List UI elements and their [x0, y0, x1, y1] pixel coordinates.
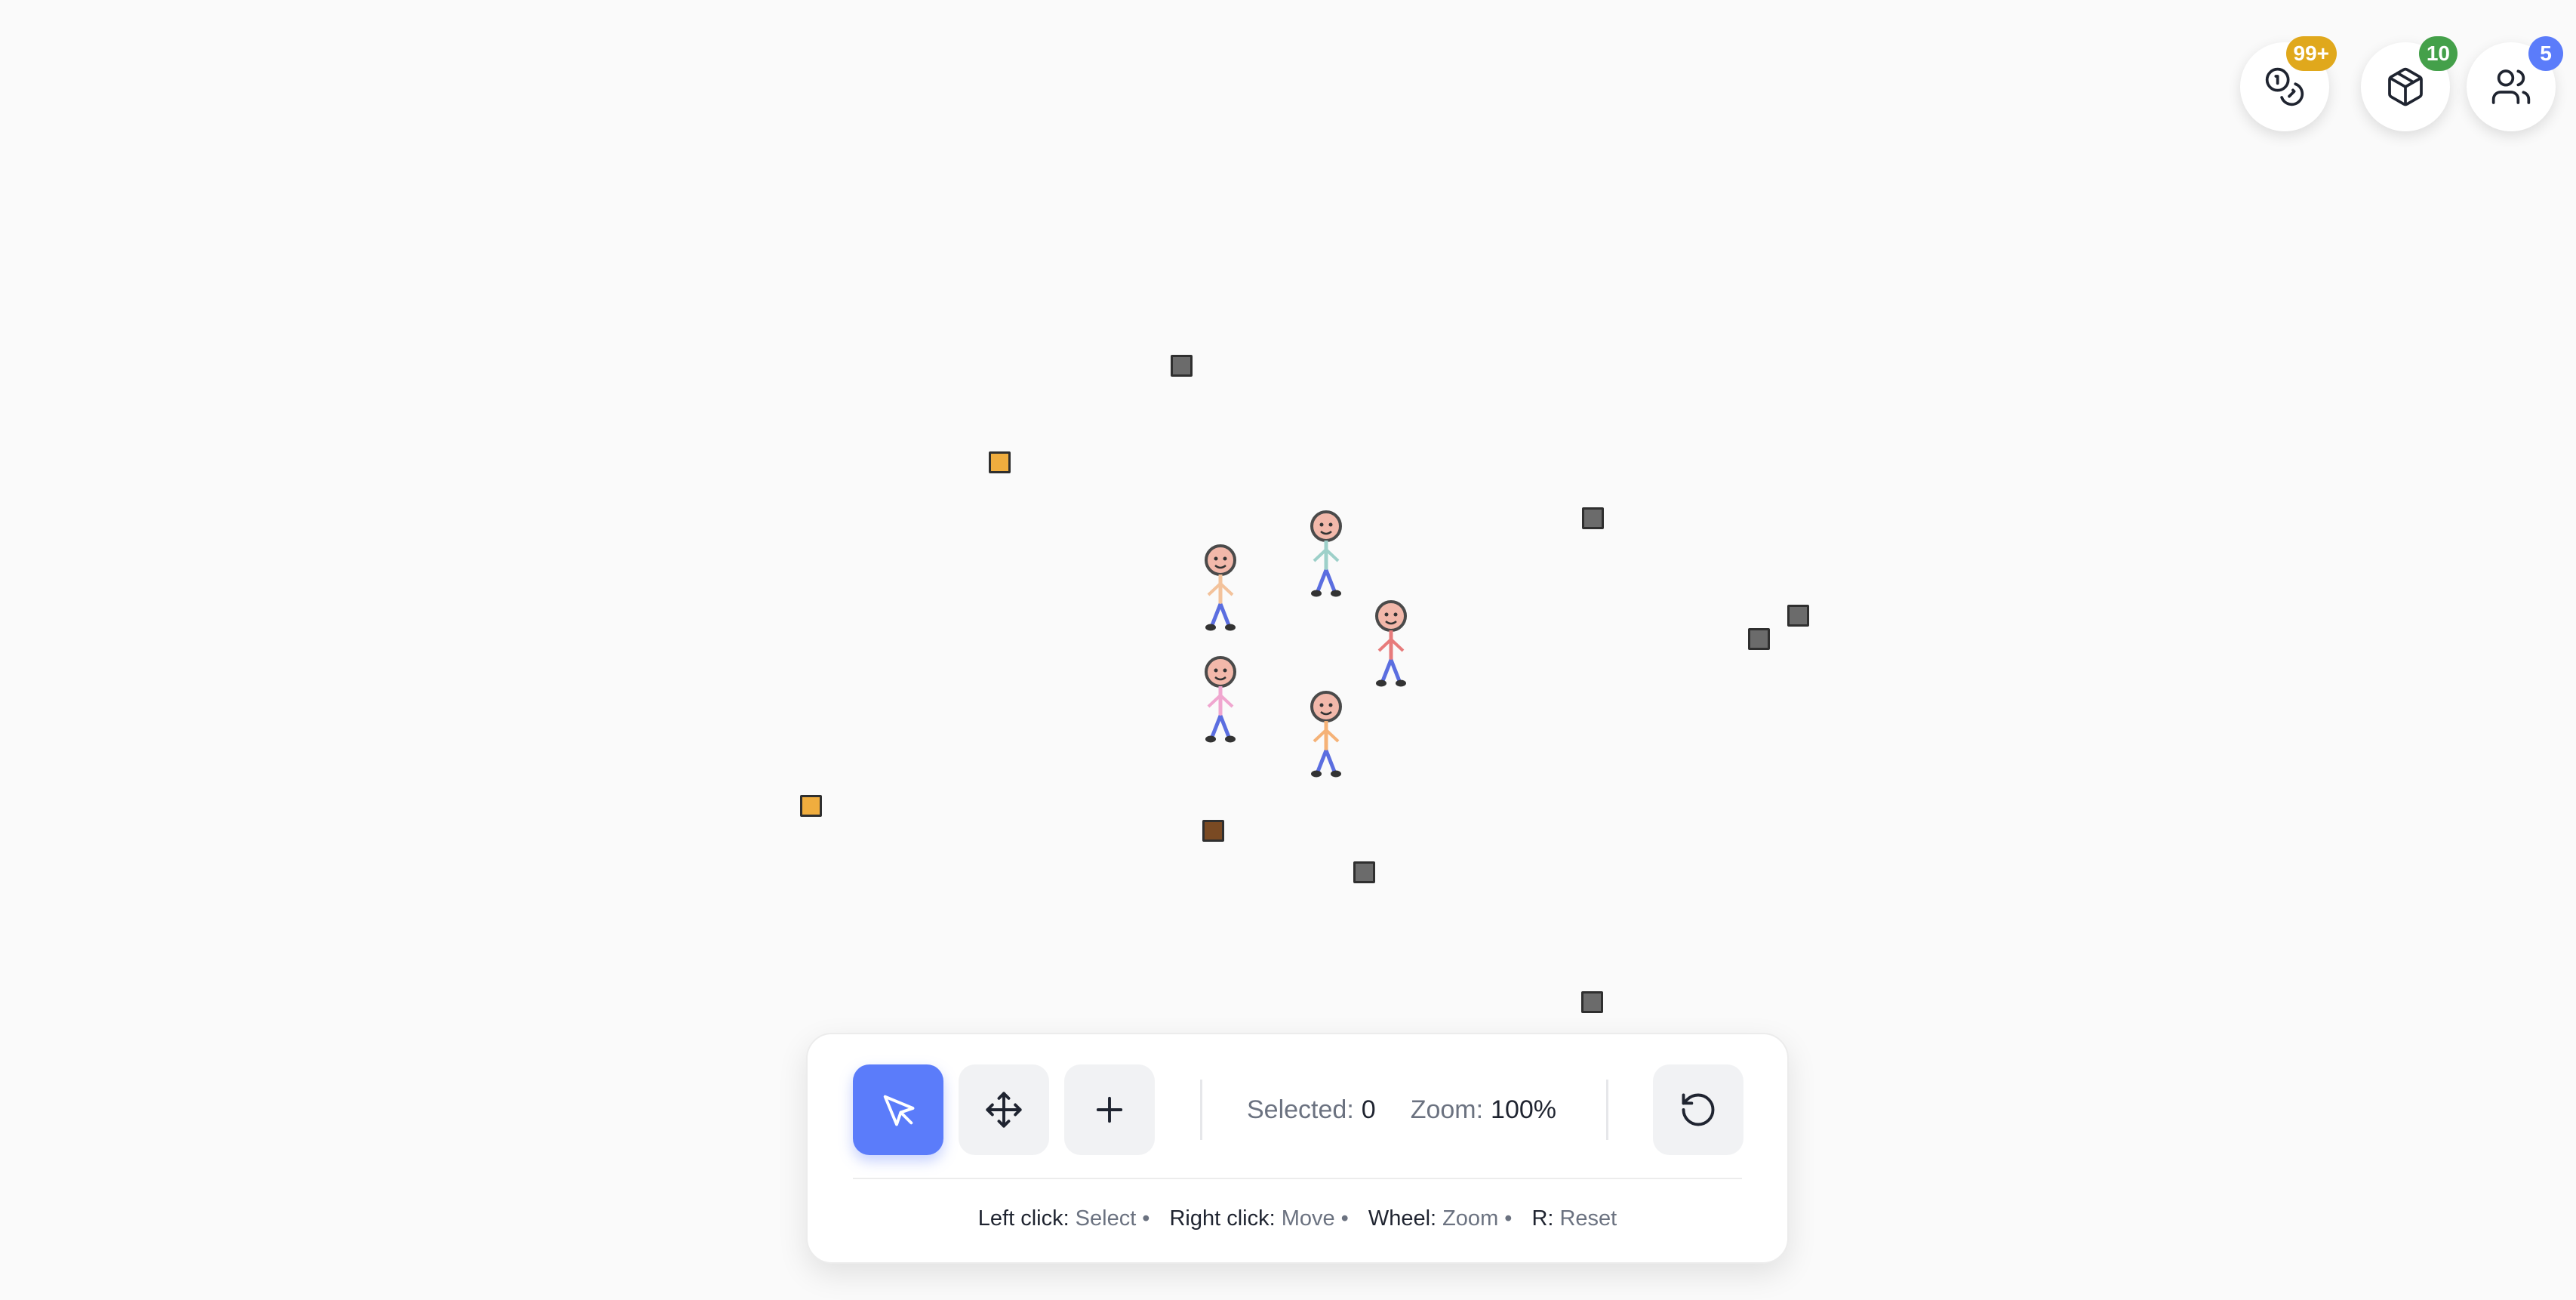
- people-count-badge: 5: [2528, 36, 2563, 71]
- hint-separator: •: [1340, 1206, 1349, 1231]
- hint-key: Left click:: [977, 1206, 1069, 1231]
- move-icon: [986, 1092, 1022, 1128]
- select-tool-button[interactable]: [853, 1064, 943, 1155]
- gold-tile[interactable]: [800, 795, 822, 817]
- items-count-badge: 10: [2418, 36, 2458, 71]
- person-figure[interactable]: [1365, 598, 1417, 719]
- hint-action: Zoom: [1442, 1206, 1499, 1231]
- hint-key: Right click:: [1169, 1206, 1276, 1231]
- hint-key: R:: [1531, 1206, 1554, 1231]
- reset-view-button[interactable]: [1653, 1064, 1743, 1155]
- zoom-label: Zoom:: [1410, 1095, 1484, 1124]
- coins-icon: [2265, 67, 2304, 106]
- hint-separator: •: [1504, 1206, 1513, 1231]
- people-counter-button[interactable]: 5: [2467, 36, 2563, 131]
- stone-tile[interactable]: [1582, 507, 1604, 529]
- hint-key: Wheel:: [1368, 1206, 1437, 1231]
- status-readout: Selected: 0 Zoom: 100%: [1247, 1095, 1556, 1125]
- selected-count: 0: [1361, 1095, 1376, 1124]
- controls-hint-bar: Left click: Select • Right click: Move • Whe…: [808, 1206, 1787, 1231]
- cursor-icon: [883, 1095, 915, 1126]
- toolbar-divider: [1200, 1080, 1202, 1140]
- move-tool-button[interactable]: [959, 1064, 1049, 1155]
- control-toolbar: Selected: 0 Zoom: 100% Left click: Select…: [806, 1033, 1789, 1264]
- toolbar-divider: [1606, 1080, 1608, 1140]
- hint-action: Reset: [1559, 1206, 1617, 1231]
- hint-action: Select: [1075, 1206, 1137, 1231]
- wood-tile[interactable]: [1202, 820, 1224, 842]
- hint-action: Move: [1281, 1206, 1335, 1231]
- stone-tile[interactable]: [1787, 605, 1809, 627]
- stone-tile[interactable]: [1748, 628, 1770, 650]
- reset-icon: [1682, 1093, 1715, 1126]
- box-icon: [2388, 67, 2423, 106]
- plus-icon: [1096, 1096, 1123, 1123]
- person-figure[interactable]: [1300, 508, 1353, 629]
- person-figure[interactable]: [1300, 689, 1353, 809]
- users-icon: [2491, 69, 2531, 104]
- selected-label: Selected:: [1247, 1095, 1354, 1124]
- gold-tile[interactable]: [989, 451, 1011, 473]
- resources-counter-button[interactable]: 99+: [2240, 36, 2337, 131]
- hint-separator: •: [1142, 1206, 1150, 1231]
- person-figure[interactable]: [1194, 654, 1247, 775]
- stone-tile[interactable]: [1171, 355, 1193, 377]
- stone-tile[interactable]: [1353, 861, 1375, 883]
- items-counter-button[interactable]: 10: [2361, 36, 2458, 131]
- toolbar-separator: [853, 1178, 1742, 1179]
- zoom-level: 100%: [1491, 1095, 1557, 1124]
- resources-count-badge: 99+: [2285, 36, 2337, 71]
- stone-tile[interactable]: [1581, 991, 1603, 1013]
- person-figure[interactable]: [1194, 542, 1247, 663]
- add-tool-button[interactable]: [1064, 1064, 1155, 1155]
